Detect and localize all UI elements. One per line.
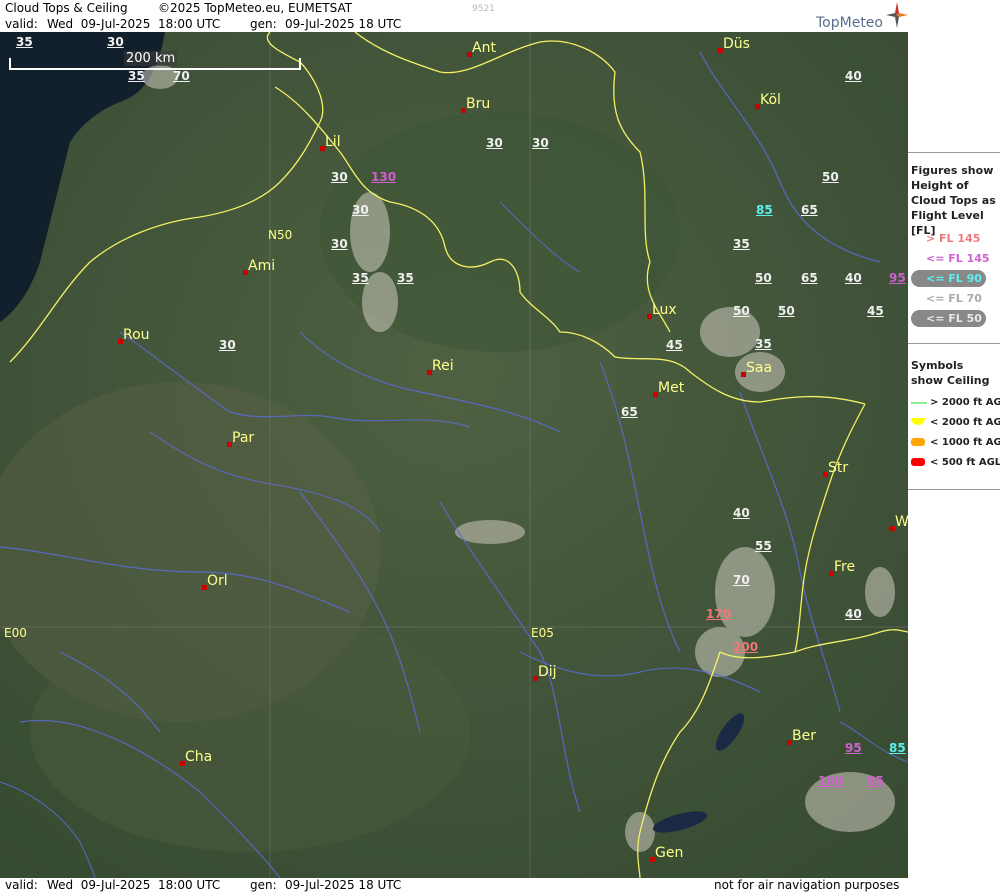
cloud-top-level-label: 40 [845, 607, 862, 621]
lon-label-e00: E00 [4, 626, 27, 640]
footer-bar: valid: Wed 09-Jul-2025 18:00 UTC gen: 09… [0, 878, 908, 893]
city-label: W [895, 514, 908, 530]
disclaimer-text: not for air navigation purposes [714, 878, 900, 892]
legend-divider [908, 489, 1000, 490]
cloud-top-level-label: 30 [486, 136, 503, 150]
city-label: Ber [792, 728, 816, 744]
cloud-top-level-label: 50 [822, 170, 839, 184]
gen-label: gen: [250, 17, 277, 31]
valid-time: Wed 09-Jul-2025 18:00 UTC [47, 17, 221, 31]
legend-ceiling-item: > 2000 ft AGL [930, 397, 1000, 408]
copyright-text: ©2025 TopMeteo.eu, EUMETSAT [158, 1, 353, 15]
cloud-top-level-label: 55 [755, 539, 772, 553]
legend-fl-item: <= FL 50 [926, 312, 982, 325]
scale-label: 200 km [124, 51, 178, 66]
cloud-top-level-label: 35 [755, 337, 772, 351]
cloud-top-level-label: 70 [733, 573, 750, 587]
cloud-top-level-label: 35 [397, 271, 414, 285]
gen-time: 09-Jul-2025 18 UTC [285, 17, 402, 31]
cloud-top-level-label: 100 [818, 774, 844, 788]
city-label: Bru [466, 96, 491, 112]
legend-ceiling-swatch [911, 458, 925, 466]
cloud-top-level-label: 45 [867, 304, 884, 318]
legend-symbols-title: Symbols show Ceiling [911, 359, 990, 387]
city-label: Fre [834, 559, 856, 575]
legend-fl-item: <= FL 70 [926, 292, 982, 305]
city-label: Cha [185, 749, 213, 765]
satellite-map[interactable]: E00 E05 N50 200 km Ant Düs Bru Köl Lil Ami Rou… [0, 32, 908, 878]
cloud-top-level-label: 30 [331, 237, 348, 251]
footer-gen-label: gen: [250, 878, 277, 892]
cloud-top-level-label: 85 [756, 203, 773, 217]
cloud-top-level-label: 30 [352, 203, 369, 217]
cloud-top-level-label: 40 [733, 506, 750, 520]
cloud-top-level-label: 170 [706, 607, 732, 621]
footer-gen-time: 09-Jul-2025 18 UTC [285, 878, 402, 892]
cloud-top-level-label: 45 [666, 338, 683, 352]
lat-label-n50: N50 [268, 228, 293, 242]
city-label: Düs [723, 36, 750, 52]
city-label: Dij [538, 664, 557, 680]
footer-valid-time: Wed 09-Jul-2025 18:00 UTC [47, 878, 221, 892]
compass-logo-icon [886, 2, 908, 28]
cloud-top-level-label: 65 [801, 271, 818, 285]
legend-ceiling-item: < 1000 ft AGL [930, 437, 1000, 448]
city-label: Lil [325, 134, 341, 150]
legend-figures-title: Figures show Height of Cloud Tops as Fli… [911, 164, 996, 237]
legend-divider [908, 343, 1000, 344]
legend-divider [908, 152, 1000, 153]
cloud-top-level-label: 30 [219, 338, 236, 352]
cloud-top-level-label: 30 [532, 136, 549, 150]
city-label: Met [658, 380, 685, 396]
cloud-top-level-label: 65 [801, 203, 818, 217]
legend-fl-item: > FL 145 [926, 232, 981, 245]
city-label: Ami [248, 258, 276, 274]
city-label: Ant [472, 40, 496, 56]
cloud-top-level-label: 130 [371, 170, 397, 184]
cloud-top-level-label: 35 [352, 271, 369, 285]
map-title: Cloud Tops & Ceiling [5, 1, 128, 15]
city-label: Rou [123, 327, 150, 343]
legend-ceiling-swatch [911, 402, 927, 404]
city-label: Lux [652, 302, 677, 318]
cloud-top-level-label: 35 [16, 35, 33, 49]
cloud-top-level-label: 85 [889, 741, 906, 755]
cloud-top-level-label: 95 [889, 271, 906, 285]
city-label: Gen [655, 845, 684, 861]
legend-ceiling-swatch [911, 418, 925, 425]
city-label: Orl [207, 573, 228, 589]
cloud-top-level-label: 35 [128, 69, 145, 83]
cloud-top-level-label: 65 [621, 405, 638, 419]
city-label: Str [828, 460, 849, 476]
legend-fl-item: <= FL 145 [926, 252, 990, 265]
cloud-top-level-label: 50 [778, 304, 795, 318]
legend-ceiling-item: < 2000 ft AGL [930, 417, 1000, 428]
legend-ceiling-item: < 500 ft AGL [930, 457, 1000, 468]
cloud-top-level-label: 200 [733, 640, 759, 654]
cloud-top-level-label: 70 [173, 69, 190, 83]
legend-fl-item: <= FL 90 [926, 272, 982, 285]
city-label: Par [232, 430, 255, 446]
brand-logo-text: TopMeteo [816, 15, 883, 31]
cloud-top-level-label: 95 [845, 741, 862, 755]
cloud-top-level-label: 95 [867, 774, 884, 788]
cloud-top-level-label: 40 [845, 271, 862, 285]
cloud-top-level-label: 50 [755, 271, 772, 285]
legend-ceiling-swatch [911, 438, 925, 446]
header-bar: Cloud Tops & Ceiling ©2025 TopMeteo.eu, … [0, 0, 908, 32]
footer-valid-label: valid: [5, 878, 38, 892]
cloud-top-level-label: 30 [107, 35, 124, 49]
legend-panel: Figures show Height of Cloud Tops as Fli… [908, 0, 1000, 893]
cloud-top-level-label: 30 [331, 170, 348, 184]
image-code: 9521 [472, 4, 495, 14]
lon-label-e05: E05 [531, 626, 554, 640]
cloud-top-level-label: 35 [733, 237, 750, 251]
valid-label: valid: [5, 17, 38, 31]
city-label: Köl [760, 92, 781, 108]
city-label: Saa [746, 360, 773, 376]
city-label: Rei [432, 358, 454, 374]
map-background [0, 32, 908, 878]
cloud-top-level-label: 50 [733, 304, 750, 318]
cloud-top-level-label: 40 [845, 69, 862, 83]
